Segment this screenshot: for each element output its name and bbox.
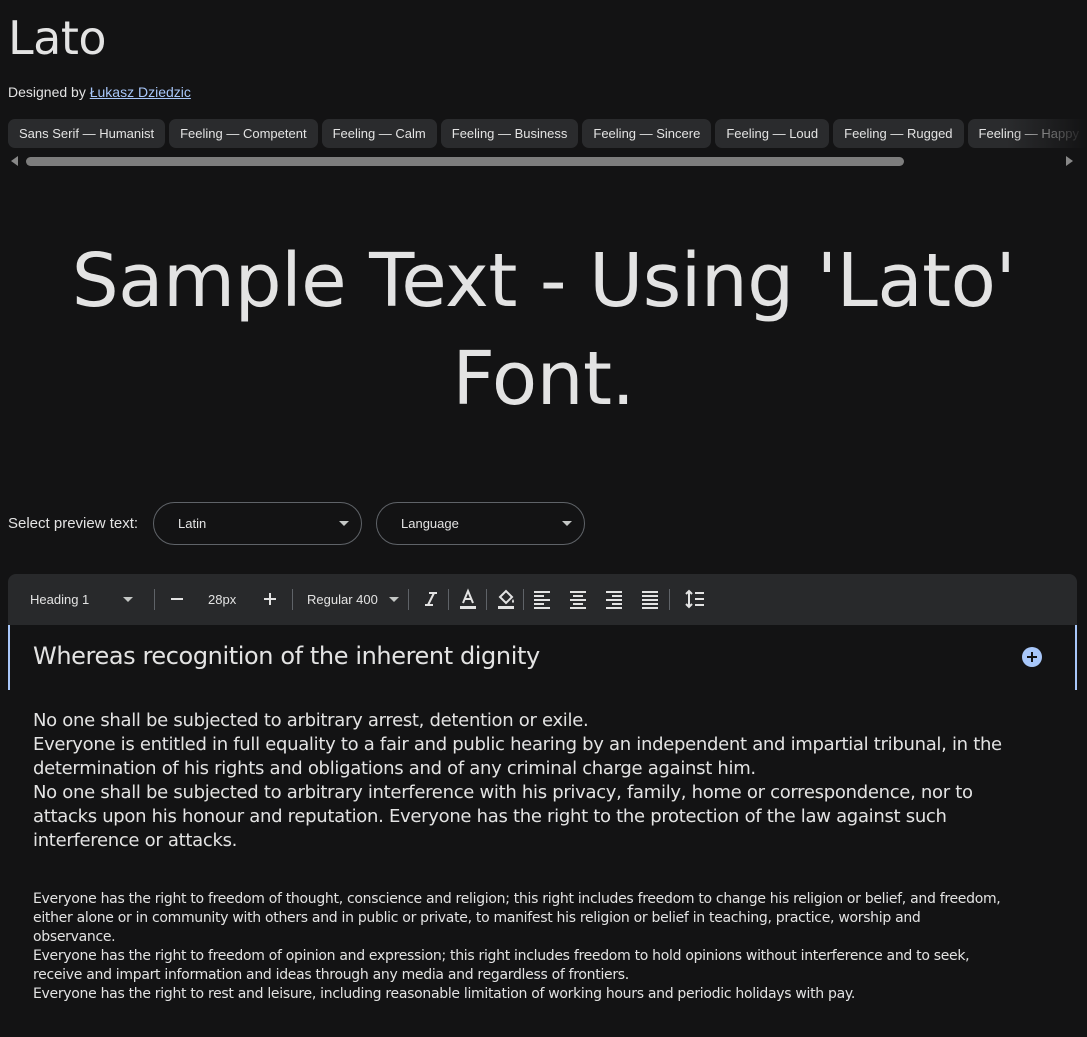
toolbar-divider <box>669 589 670 610</box>
toolbar-divider <box>408 589 409 610</box>
designer-line: Designed by Łukasz Dziedzic <box>8 84 191 100</box>
hero-line-2: Font. <box>452 336 635 422</box>
chevron-down-icon <box>562 521 572 526</box>
editor-small-paragraph[interactable]: Everyone has the right to freedom of tho… <box>33 890 1003 1004</box>
designed-by-label: Designed by <box>8 84 86 100</box>
text-color-icon[interactable] <box>457 588 479 610</box>
language-select-value: Language <box>401 516 459 531</box>
tag-list: Sans Serif — Humanist Feeling — Competent… <box>8 119 1087 149</box>
script-select-value: Latin <box>178 516 207 531</box>
align-left-icon[interactable] <box>531 588 553 610</box>
scroll-right-arrow-icon[interactable] <box>1066 156 1073 166</box>
language-select[interactable]: Language <box>376 502 585 545</box>
italic-icon[interactable] <box>420 588 442 610</box>
body-line: No one shall be subjected to arbitrary a… <box>33 710 589 731</box>
preview-text-label: Select preview text: <box>8 515 139 532</box>
font-family-title: Lato <box>8 11 107 65</box>
small-line: Everyone has the right to freedom of opi… <box>33 948 970 983</box>
editor-body-paragraph[interactable]: No one shall be subjected to arbitrary a… <box>33 709 1003 853</box>
hero-line-1: Sample Text - Using 'Lato' <box>71 238 1016 324</box>
script-select[interactable]: Latin <box>153 502 362 545</box>
tag-chip[interactable]: Feeling — Rugged <box>833 119 964 148</box>
body-line: Everyone is entitled in full equality to… <box>33 734 1002 779</box>
font-specimen-page: Lato Designed by Łukasz Dziedzic Sans Se… <box>0 0 1087 1037</box>
tags-fade-overlay <box>1007 119 1087 149</box>
font-size-value[interactable]: 28px <box>208 574 236 625</box>
toolbar-divider <box>486 589 487 610</box>
align-right-icon[interactable] <box>603 588 625 610</box>
tag-chip[interactable]: Feeling — Calm <box>321 119 437 148</box>
chevron-down-icon <box>123 597 133 602</box>
tag-chip[interactable]: Feeling — Loud <box>715 119 830 148</box>
toolbar-divider <box>292 589 293 610</box>
toolbar-divider <box>523 589 524 610</box>
horizontal-scrollbar[interactable] <box>26 157 904 166</box>
body-line: No one shall be subjected to arbitrary i… <box>33 782 973 851</box>
editor-toolbar: Heading 1 28px Regular 400 <box>8 574 1077 625</box>
editor-heading-row[interactable]: Whereas recognition of the inherent dign… <box>8 625 1077 690</box>
chevron-down-icon <box>389 597 399 602</box>
text-style-value: Heading 1 <box>30 592 90 607</box>
toolbar-divider <box>448 589 449 610</box>
line-spacing-icon[interactable] <box>684 588 706 610</box>
toolbar-divider <box>154 589 155 610</box>
tag-scroller: Sans Serif — Humanist Feeling — Competent… <box>0 118 1087 174</box>
font-weight-value: Regular 400 <box>307 592 378 607</box>
tag-chip[interactable]: Feeling — Competent <box>169 119 318 148</box>
increase-size-icon[interactable] <box>259 588 281 610</box>
tag-chip[interactable]: Feeling — Business <box>440 119 579 148</box>
highlight-color-icon[interactable] <box>495 588 517 610</box>
add-block-icon[interactable] <box>1022 647 1042 667</box>
editor-heading[interactable]: Whereas recognition of the inherent dign… <box>33 642 540 670</box>
chevron-down-icon <box>339 521 349 526</box>
sample-text-hero: Sample Text - Using 'Lato' Font. <box>0 232 1087 428</box>
tag-chip[interactable]: Feeling — Sincere <box>582 119 712 148</box>
decrease-size-icon[interactable] <box>166 588 188 610</box>
designer-link[interactable]: Łukasz Dziedzic <box>90 84 191 100</box>
align-justify-icon[interactable] <box>639 588 661 610</box>
scroll-left-arrow-icon[interactable] <box>11 156 18 166</box>
small-line: Everyone has the right to rest and leisu… <box>33 986 856 1002</box>
align-center-icon[interactable] <box>567 588 589 610</box>
small-line: Everyone has the right to freedom of tho… <box>33 891 1001 945</box>
tag-chip[interactable]: Sans Serif — Humanist <box>8 119 166 148</box>
preview-editor[interactable]: Whereas recognition of the inherent dign… <box>8 625 1077 1037</box>
